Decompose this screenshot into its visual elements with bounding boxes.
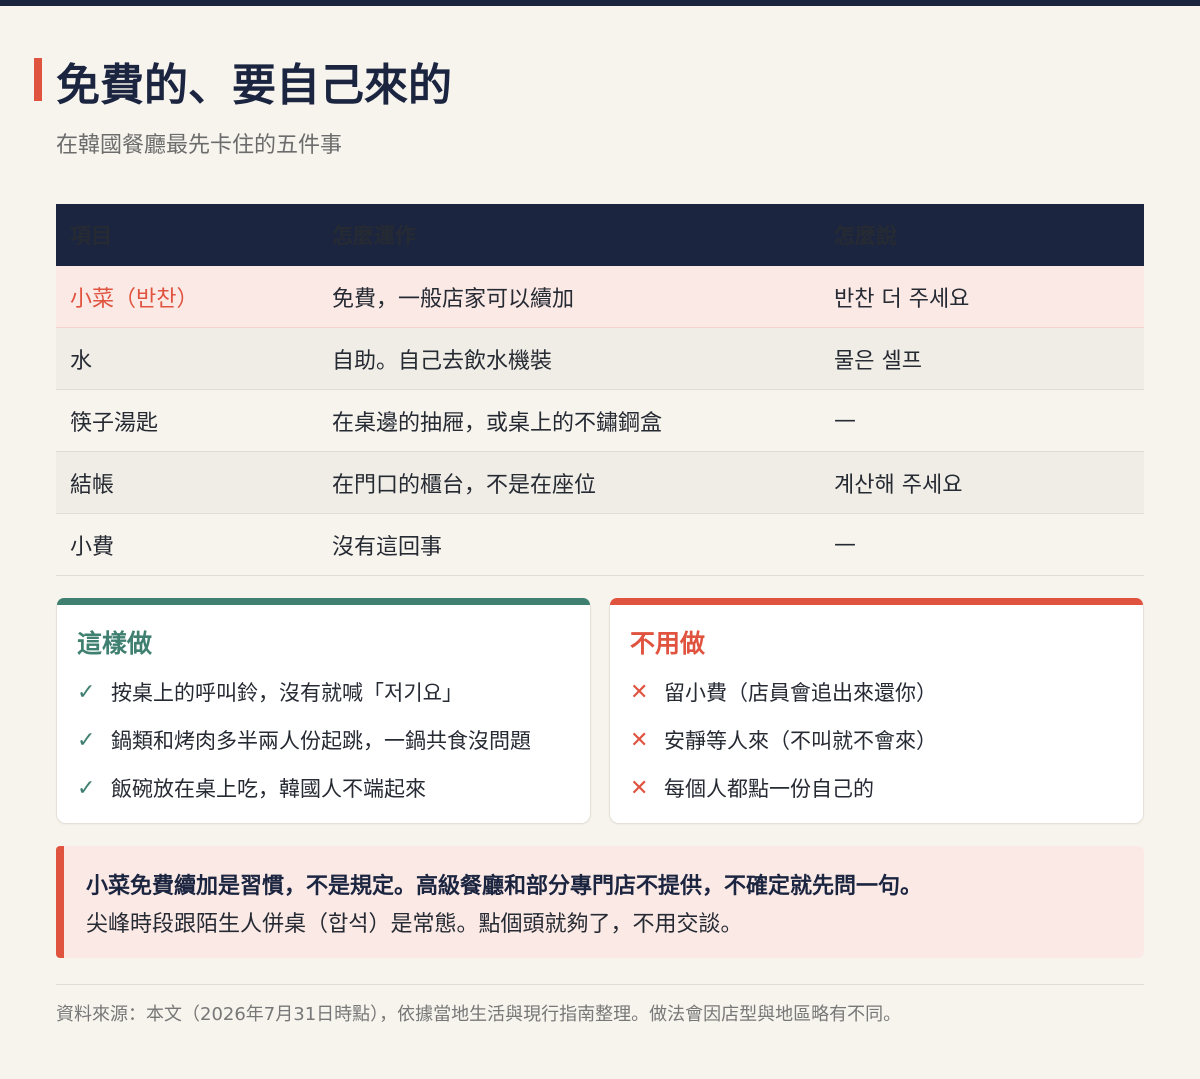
footer-divider <box>56 984 1144 985</box>
title-accent-bar <box>34 58 42 101</box>
row-item: 小費 <box>70 534 115 560</box>
column-header-how-to-say: 怎麼說 <box>834 224 897 248</box>
column-header-how-it-works: 怎麼運作 <box>332 224 416 248</box>
row-how-it-works: 自助。自己去飲水機裝 <box>332 348 553 374</box>
do-card-accent <box>57 598 590 605</box>
do-item-text: 鍋類和烤肉多半兩人份起跳，一鍋共食沒問題 <box>111 729 531 753</box>
dont-card-accent <box>610 598 1143 605</box>
dont-list: ✕ 留小費（店員會追出來還你） ✕ 安靜等人來（不叫就不會來） ✕ 每個人都點一… <box>630 668 937 812</box>
row-how-to-say: 계산해 주세요 <box>834 472 963 498</box>
check-icon: ✓ <box>77 775 96 801</box>
table-row: 水 自助。自己去飲水機裝 물은 셀프 <box>56 328 1144 390</box>
dont-item-text: 安靜等人來（不叫就不會來） <box>664 729 937 753</box>
do-item-text: 按桌上的呼叫鈴，沒有就喊「저기요」 <box>111 681 463 705</box>
callout-note: 小菜免費續加是習慣，不是規定。高級餐廳和部分專門店不提供，不確定就先問一句。 尖… <box>56 846 1144 958</box>
dont-card-title: 不用做 <box>630 629 706 658</box>
table-row: 小菜（반찬） 免費，一般店家可以續加 반찬 더 주세요 <box>56 266 1144 328</box>
row-item: 水 <box>70 348 93 374</box>
check-icon: ✓ <box>77 727 96 753</box>
list-item: ✓ 飯碗放在桌上吃，韓國人不端起來 <box>77 764 531 812</box>
list-item: ✓ 按桌上的呼叫鈴，沒有就喊「저기요」 <box>77 668 531 716</box>
row-how-it-works: 沒有這回事 <box>332 534 443 560</box>
do-card: 這樣做 ✓ 按桌上的呼叫鈴，沒有就喊「저기요」 ✓ 鍋類和烤肉多半兩人份起跳，一… <box>56 598 591 824</box>
table-row: 小費 沒有這回事 — <box>56 514 1144 576</box>
do-list: ✓ 按桌上的呼叫鈴，沒有就喊「저기요」 ✓ 鍋類和烤肉多半兩人份起跳，一鍋共食沒… <box>77 668 531 812</box>
row-how-to-say: 반찬 더 주세요 <box>834 286 970 312</box>
row-item: 小菜（반찬） <box>70 286 199 312</box>
table-row: 結帳 在門口的櫃台，不是在座位 계산해 주세요 <box>56 452 1144 514</box>
row-how-to-say: 물은 셀프 <box>834 348 922 374</box>
list-item: ✕ 留小費（店員會追出來還你） <box>630 668 937 716</box>
list-item: ✕ 安靜等人來（不叫就不會來） <box>630 716 937 764</box>
table-row: 筷子湯匙 在桌邊的抽屜，或桌上的不鏽鋼盒 — <box>56 390 1144 452</box>
dont-item-text: 每個人都點一份自己的 <box>664 777 874 801</box>
row-how-it-works: 在桌邊的抽屜，或桌上的不鏽鋼盒 <box>332 410 663 436</box>
cross-icon: ✕ <box>630 679 649 705</box>
row-how-to-say: — <box>834 532 856 557</box>
list-item: ✓ 鍋類和烤肉多半兩人份起跳，一鍋共食沒問題 <box>77 716 531 764</box>
list-item: ✕ 每個人都點一份自己的 <box>630 764 937 812</box>
row-item: 筷子湯匙 <box>70 410 159 436</box>
dont-card: 不用做 ✕ 留小費（店員會追出來還你） ✕ 安靜等人來（不叫就不會來） ✕ 每個… <box>609 598 1144 824</box>
row-how-it-works: 在門口的櫃台，不是在座位 <box>332 472 597 498</box>
page-title: 免費的、要自己來的 <box>56 60 452 111</box>
do-item-text: 飯碗放在桌上吃，韓國人不端起來 <box>111 777 426 801</box>
callout-headline: 小菜免費續加是習慣，不是規定。高級餐廳和部分專門店不提供，不確定就先問一句。 <box>86 874 923 899</box>
callout-accent-bar <box>56 846 64 958</box>
table-header: 項目 怎麼運作 怎麼說 <box>56 204 1144 266</box>
page-subtitle: 在韓國餐廳最先卡住的五件事 <box>56 133 343 158</box>
top-bar <box>0 0 1200 6</box>
source-note: 資料來源：本文（2026年7月31日時點），依據當地生活與現行指南整理。做法會因… <box>56 1004 902 1025</box>
do-card-title: 這樣做 <box>77 629 153 658</box>
etiquette-table: 項目 怎麼運作 怎麼說 小菜（반찬） 免費，一般店家可以續加 반찬 더 주세요 … <box>56 204 1144 576</box>
callout-body: 尖峰時段跟陌生人併桌（합석）是常態。點個頭就夠了，不用交談。 <box>86 912 743 937</box>
dont-item-text: 留小費（店員會追出來還你） <box>664 681 937 705</box>
check-icon: ✓ <box>77 679 96 705</box>
column-header-item: 項目 <box>70 224 112 248</box>
cross-icon: ✕ <box>630 727 649 753</box>
row-how-it-works: 免費，一般店家可以續加 <box>332 286 575 312</box>
cross-icon: ✕ <box>630 775 649 801</box>
row-item: 結帳 <box>70 472 115 498</box>
row-how-to-say: — <box>834 408 856 433</box>
